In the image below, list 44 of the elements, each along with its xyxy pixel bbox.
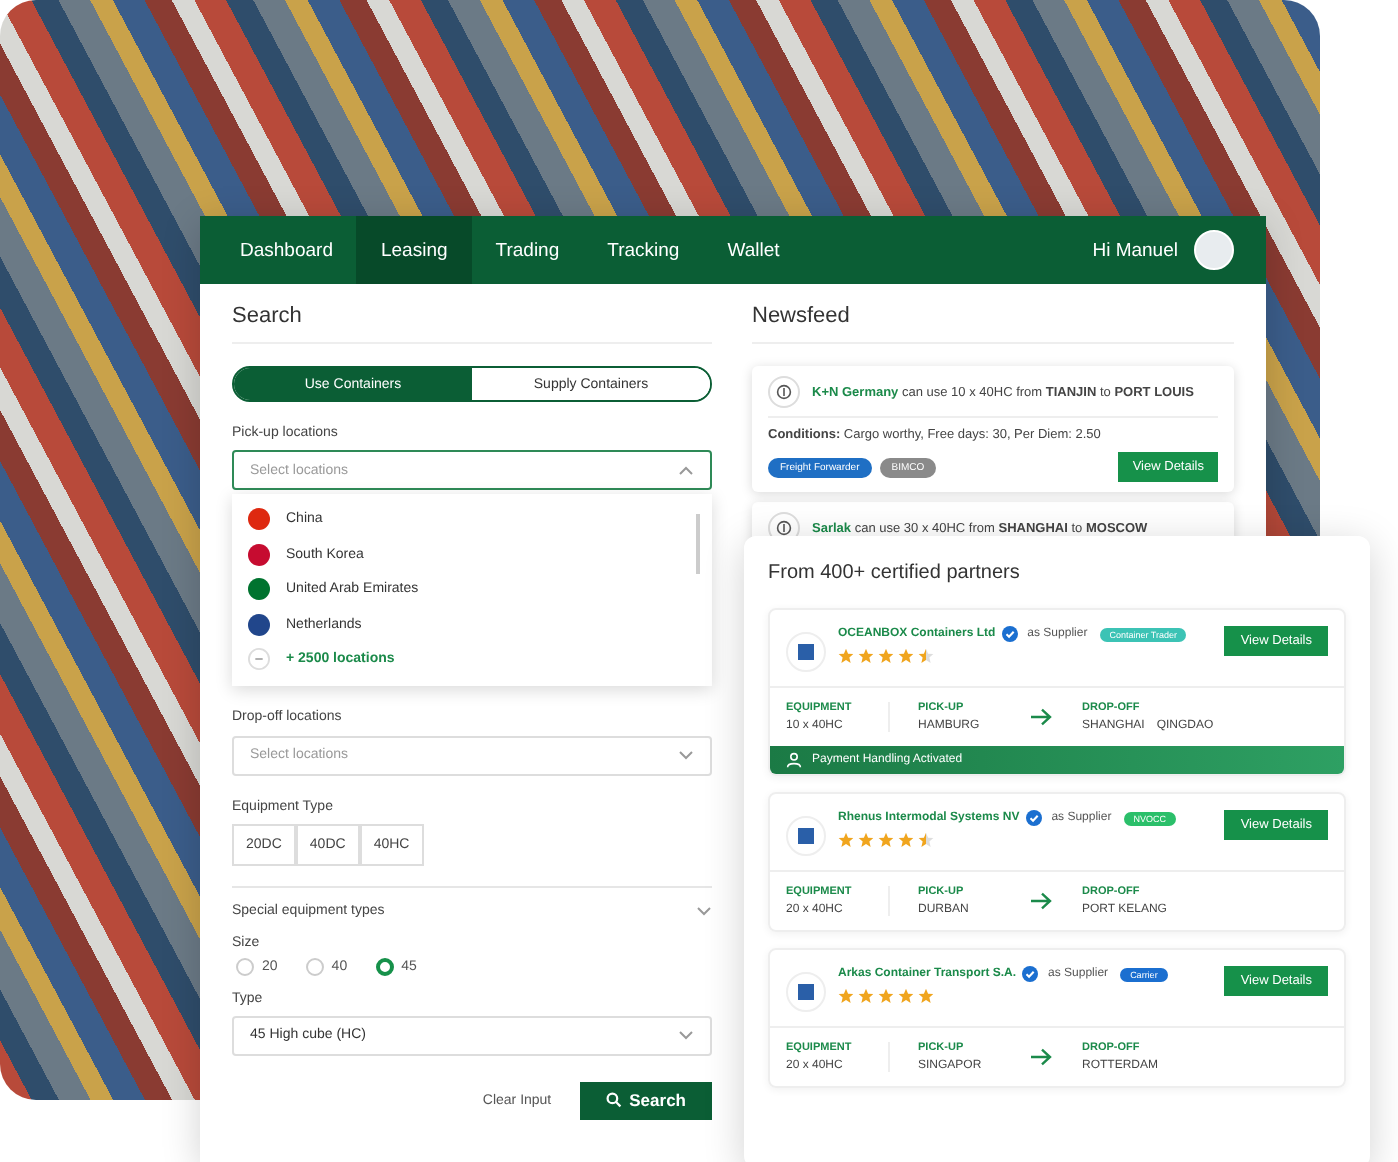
verified-icon [1022, 966, 1039, 982]
star-icon [898, 988, 914, 1004]
greeting: Hi Manuel [1092, 239, 1178, 261]
nav-tab[interactable]: Trading [471, 216, 584, 284]
company-logo [768, 376, 800, 408]
nav-tab[interactable]: Tracking [583, 216, 704, 284]
more-icon [248, 648, 270, 671]
star-icon [858, 648, 874, 664]
company-logo [786, 972, 826, 1012]
star-icon [878, 648, 894, 664]
chevron-icon [678, 750, 694, 760]
chevron-icon [696, 905, 712, 915]
star-icon [858, 832, 874, 848]
star-icon [838, 988, 854, 1004]
star-icon [858, 988, 874, 1004]
verified-icon [1025, 810, 1042, 826]
nav-tab[interactable]: Wallet [703, 216, 804, 284]
star-icon [918, 648, 934, 664]
verified-icon [1001, 626, 1018, 642]
arrow-icon [1030, 892, 1052, 910]
search-icon [605, 1092, 622, 1108]
star-icon [898, 648, 914, 664]
section-title: Search [232, 304, 712, 344]
panel-title: From 400+ certified partners [768, 562, 1022, 584]
avatar[interactable] [1194, 230, 1234, 270]
scrollbar[interactable] [696, 514, 700, 574]
nav-tab[interactable]: Leasing [356, 216, 472, 284]
search-button[interactable]: Search [579, 1081, 712, 1119]
star-icon [898, 832, 914, 848]
star-icon [838, 648, 854, 664]
company-logo [786, 816, 826, 856]
arrow-icon [1030, 1048, 1052, 1066]
star-icon [838, 832, 854, 848]
person-icon [786, 752, 802, 768]
nav-tab[interactable]: Dashboard [216, 216, 357, 284]
section-title: Newsfeed [752, 304, 1234, 344]
arrow-icon [1030, 708, 1052, 726]
company-logo [786, 632, 826, 672]
chevron-icon [678, 1030, 694, 1040]
star-icon [878, 988, 894, 1004]
chevron-icon [678, 465, 694, 475]
star-icon [918, 832, 934, 848]
star-icon [878, 832, 894, 848]
star-icon [918, 988, 934, 1004]
